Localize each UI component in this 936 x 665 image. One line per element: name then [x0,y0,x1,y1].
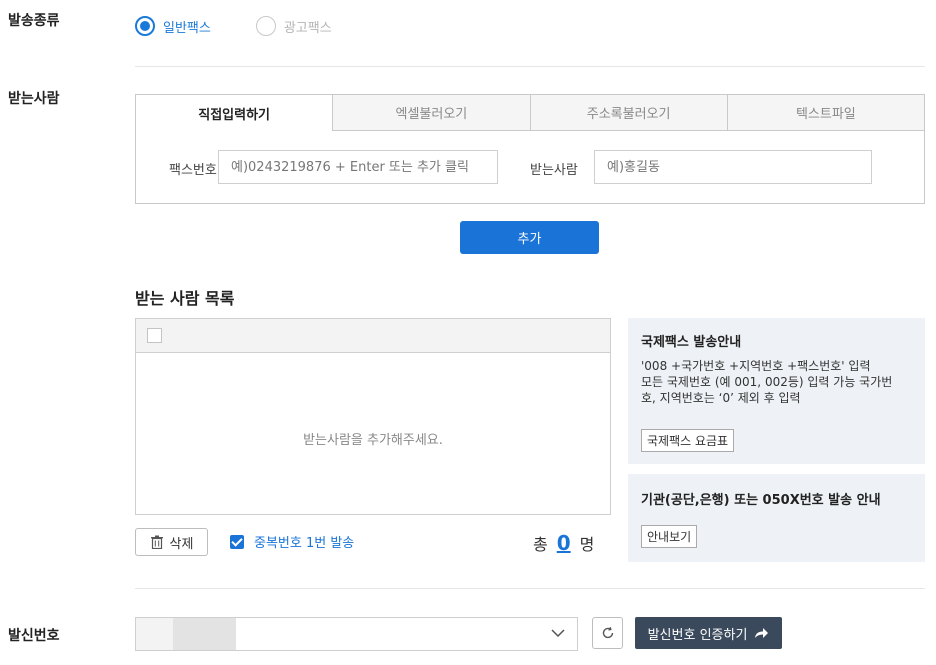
fax-number-input[interactable] [218,150,498,184]
verify-sender-label: 발신번호 인증하기 [647,627,748,643]
checkbox-checked-icon [230,534,244,549]
verify-sender-button[interactable]: 발신번호 인증하기 [635,617,782,649]
recipient-name-input[interactable] [594,150,872,184]
intl-fax-rate-button[interactable]: 국제팩스 요금표 [641,429,735,452]
total-count-value: 0 [556,531,571,555]
send-type-label: 발송종류 [8,13,60,29]
add-button[interactable]: 추가 [460,221,599,254]
total-suffix: 명 [579,535,595,554]
tab-excel-import[interactable]: 엑셀불러오기 [332,95,530,131]
delete-button-label: 삭제 [169,536,194,552]
select-all-checkbox[interactable] [147,328,162,343]
recipient-list-header [136,319,610,353]
tab-text-file[interactable]: 텍스트파일 [726,95,924,131]
radio-general-fax[interactable]: 일반팩스 [135,16,211,36]
masked-value-block [173,618,236,650]
intl-fax-info-line3: 호, 지역번호는 ‘0’ 제외 후 입력 [641,391,801,405]
recipient-name-label: 받는사람 [530,163,578,178]
guide-button[interactable]: 안내보기 [641,525,698,548]
refresh-icon [602,627,613,639]
total-prefix: 총 [533,535,548,554]
recipient-label: 받는사람 [8,91,60,107]
recipient-tabs: 직접입력하기 엑셀불러오기 주소록불러오기 텍스트파일 [136,95,924,131]
institution-info: 기관(공단,은행) 또는 050X번호 발송 안내 안내보기 [628,474,925,562]
trash-icon [150,535,163,549]
divider [135,66,925,67]
sender-number-label: 발신번호 [8,628,60,644]
radio-ad-fax-label: 광고팩스 [283,20,332,36]
send-type-radio-group: 일반팩스 광고팩스 [135,16,332,36]
dedupe-label: 중복번호 1번 발송 [254,536,355,551]
recipient-list: 받는사람을 추가해주세요. [135,318,611,515]
radio-checked-icon [135,16,155,36]
dedupe-option[interactable]: 중복번호 1번 발송 [230,532,354,551]
radio-ad-fax[interactable]: 광고팩스 [255,16,332,36]
total-count: 총 0 명 [533,531,594,555]
intl-fax-info-line2: 모든 국제번호 (예 001, 002등) 입력 가능 국가번 [641,375,893,389]
recipient-list-title: 받는 사람 목록 [135,289,235,308]
radio-unchecked-icon [255,16,276,36]
refresh-button[interactable] [592,617,623,649]
intl-fax-info-title: 국제팩스 발송안내 [641,335,742,350]
intl-fax-info-line1: '008 +국가번호 +지역번호 +팩스번호' 입력 [641,359,871,373]
empty-list-message: 받는사람을 추가해주세요. [303,433,443,448]
fax-number-label: 팩스번호 [169,163,217,178]
radio-general-fax-label: 일반팩스 [163,20,211,36]
sender-number-select[interactable] [135,617,578,651]
recipient-input-panel: 직접입력하기 엑셀불러오기 주소록불러오기 텍스트파일 팩스번호 받는사람 [135,94,925,204]
divider [135,588,925,589]
tab-direct-input[interactable]: 직접입력하기 [136,95,333,131]
delete-button[interactable]: 삭제 [135,528,208,556]
chevron-down-icon [551,629,565,638]
intl-fax-info: 국제팩스 발송안내 '008 +국가번호 +지역번호 +팩스번호' 입력 모든 … [628,318,925,464]
institution-info-title: 기관(공단,은행) 또는 050X번호 발송 안내 [641,493,881,508]
share-arrow-icon [755,628,769,638]
tab-address-book[interactable]: 주소록불러오기 [529,95,727,131]
masked-value-block [136,618,173,650]
